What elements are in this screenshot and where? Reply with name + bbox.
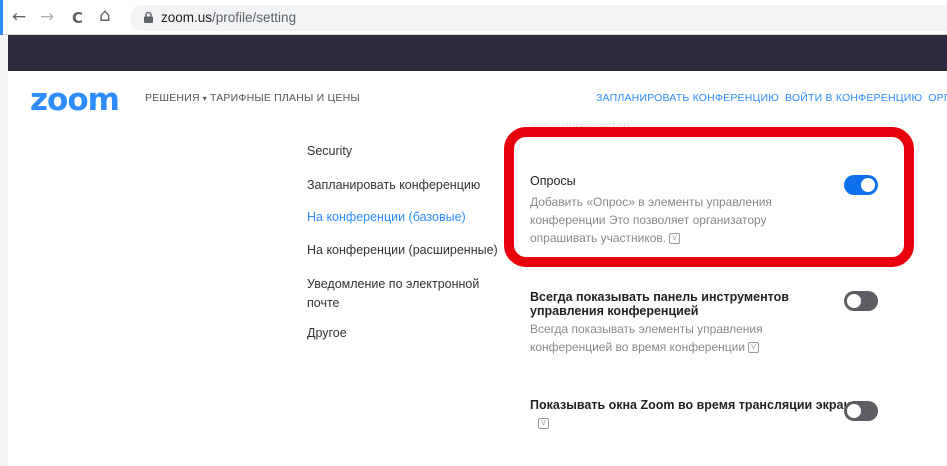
setting-description-line: Всегда показывать элементы управления [530,322,763,336]
info-icon[interactable]: V [748,342,760,354]
menu-solutions-label: РЕШЕНИЯ [145,92,200,104]
url-text: zoom.us/profile/setting [161,10,296,25]
highlight-annotation-frame [504,127,914,267]
host-meeting-link[interactable]: ОРГ [928,92,947,104]
sidebar-item-schedule-meeting[interactable]: Запланировать конференцию [307,176,480,195]
join-meeting-link[interactable]: ВОЙТИ В КОНФЕРЕНЦИЮ [785,92,922,104]
top-banner [8,35,947,71]
sidebar-item-security[interactable]: Security [307,142,352,161]
home-icon[interactable]: ⌂ [99,7,110,25]
chevron-down-icon: ▾ [202,94,207,103]
setting-title-line: управления конференцией [530,304,699,318]
address-bar[interactable]: zoom.us/profile/setting [130,5,947,31]
setting-description: Всегда показывать элементы управления ко… [530,320,763,356]
site-header: zoom РЕШЕНИЯ ▾ ТАРИФНЫЕ ПЛАНЫ И ЦЕНЫ ЗАПЛА… [8,71,947,127]
back-arrow-icon[interactable]: ← [12,8,26,26]
sidebar-item-other[interactable]: Другое [307,324,347,343]
top-nav: ЗАПЛАНИРОВАТЬ КОНФЕРЕНЦИЮ ВОЙТИ В КОНФЕРЕ… [596,92,947,104]
forward-arrow-icon[interactable]: → [40,8,54,26]
url-path: /profile/setting [212,10,297,25]
sidebar-item-in-meeting-basic[interactable]: На конференции (базовые) [307,208,466,227]
menu-solutions[interactable]: РЕШЕНИЯ ▾ [145,92,210,104]
main-menu: РЕШЕНИЯ ▾ ТАРИФНЫЕ ПЛАНЫ И ЦЕНЫ [145,92,360,104]
toggle-knob [847,294,861,308]
toggle-knob [847,404,861,418]
sidebar-item-email-notification[interactable]: Уведомление по электронной почте [307,275,492,313]
info-icon[interactable]: V [538,418,549,429]
lock-icon [144,12,153,23]
reload-icon[interactable]: C [72,9,83,27]
setting-title: Показывать окна Zoom во время трансляции… [530,398,858,412]
browser-toolbar: ← → C ⌂ zoom.us/profile/setting [0,0,947,35]
schedule-meeting-link[interactable]: ЗАПЛАНИРОВАТЬ КОНФЕРЕНЦИЮ [596,92,779,104]
window-edge-accent [0,0,3,35]
zoom-logo[interactable]: zoom [30,82,120,118]
menu-plans-pricing[interactable]: ТАРИФНЫЕ ПЛАНЫ И ЦЕНЫ [210,92,360,104]
show-zoom-windows-toggle[interactable] [844,401,878,421]
setting-title: Всегда показывать панель инструментов уп… [530,290,789,318]
url-host: zoom.us [161,10,213,25]
sidebar-item-in-meeting-advanced[interactable]: На конференции (расширенные) [307,241,498,260]
setting-description-line: конференцией во время конференции [530,340,746,354]
always-show-toolbar-toggle[interactable] [844,291,878,311]
setting-title-line: Всегда показывать панель инструментов [530,290,789,304]
